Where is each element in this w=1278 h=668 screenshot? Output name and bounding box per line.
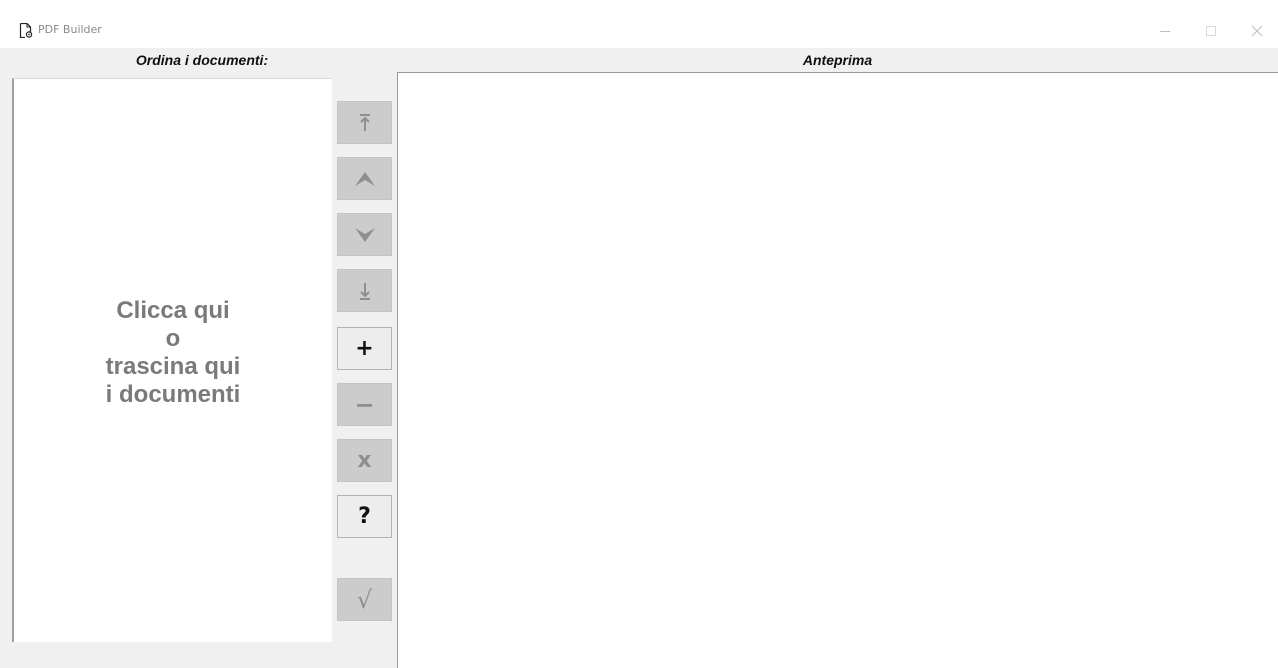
move-to-bottom-icon xyxy=(359,282,370,300)
documents-list-header: Ordina i documenti: xyxy=(135,52,269,68)
minimize-button[interactable] xyxy=(1142,16,1188,46)
maximize-button[interactable] xyxy=(1188,16,1234,46)
maximize-icon xyxy=(1206,26,1216,36)
drop-line: trascina qui xyxy=(105,353,241,380)
preview-area xyxy=(397,72,1278,668)
clear-all-button[interactable]: x xyxy=(337,439,392,482)
window-title: PDF Builder xyxy=(38,23,102,36)
close-icon xyxy=(1251,25,1263,37)
move-to-top-icon xyxy=(359,113,370,131)
document-drop-zone[interactable]: Clicca qui o trascina qui i documenti xyxy=(12,78,332,642)
minimize-icon xyxy=(1160,31,1170,32)
x-icon: x xyxy=(357,447,372,473)
chevron-up-icon xyxy=(354,171,375,186)
add-document-button[interactable]: + xyxy=(337,327,392,370)
drop-line: i documenti xyxy=(105,381,241,408)
pdf-builder-icon xyxy=(19,22,33,39)
move-up-button[interactable] xyxy=(337,157,392,200)
drop-line: o xyxy=(165,325,181,352)
checkmark-icon: √ xyxy=(356,585,373,614)
minus-icon: − xyxy=(354,390,375,419)
drop-line: Clicca qui xyxy=(116,297,230,324)
move-down-button[interactable] xyxy=(337,213,392,256)
move-to-top-button[interactable] xyxy=(337,101,392,144)
drop-instructions: Clicca qui o trascina qui i documenti xyxy=(14,297,332,409)
plus-icon: + xyxy=(355,335,374,361)
question-icon: ? xyxy=(358,503,371,529)
preview-header: Anteprima xyxy=(802,52,873,68)
title-bar[interactable] xyxy=(0,14,1278,48)
chevron-down-icon xyxy=(354,227,375,242)
screen-top-strip xyxy=(0,0,1278,14)
app-window: PDF Builder Ordina i documenti: Anteprim… xyxy=(0,0,1278,668)
help-button[interactable]: ? xyxy=(337,495,392,538)
move-to-bottom-button[interactable] xyxy=(337,269,392,312)
close-button[interactable] xyxy=(1234,16,1278,46)
remove-document-button[interactable]: − xyxy=(337,383,392,426)
confirm-button[interactable]: √ xyxy=(337,578,392,621)
